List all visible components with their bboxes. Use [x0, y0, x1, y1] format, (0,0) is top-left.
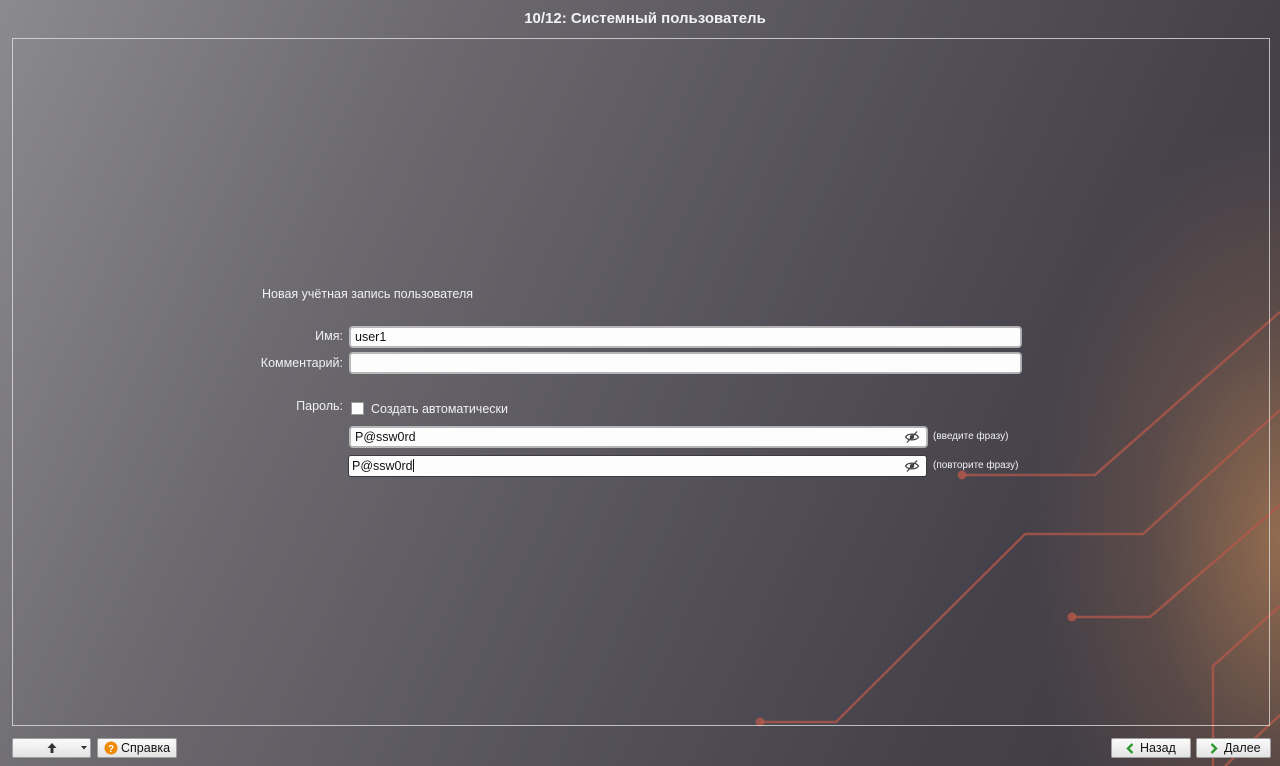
name-input-value: user1: [355, 330, 387, 344]
arrow-up-icon: [47, 743, 57, 753]
password-repeat-hint: (повторите фразу): [933, 460, 1019, 471]
eye-slash-icon[interactable]: [904, 430, 920, 444]
up-menu-button[interactable]: [12, 738, 91, 758]
name-input[interactable]: user1: [350, 327, 1021, 347]
chevron-left-icon: [1126, 743, 1134, 754]
password-label: Пароль:: [296, 399, 343, 413]
auto-create-label[interactable]: Создать автоматически: [371, 402, 508, 416]
help-button[interactable]: ? Справка: [97, 738, 177, 758]
password-hint: (введите фразу): [933, 431, 1009, 442]
window-title: 10/12: Системный пользователь: [524, 10, 766, 27]
password-repeat-input[interactable]: P@ssw0rd: [348, 455, 927, 477]
chevron-down-icon: [81, 746, 87, 750]
password-input[interactable]: P@ssw0rd: [350, 427, 927, 447]
content-frame: [12, 38, 1270, 726]
back-button[interactable]: Назад: [1111, 738, 1191, 758]
help-icon: ?: [104, 741, 118, 755]
chevron-right-icon: [1210, 743, 1218, 754]
auto-create-checkbox[interactable]: [351, 402, 364, 415]
form-heading: Новая учётная запись пользователя: [262, 287, 474, 301]
password-input-value: P@ssw0rd: [355, 430, 416, 444]
password-repeat-input-value: P@ssw0rd: [352, 459, 413, 473]
eye-slash-icon[interactable]: [904, 459, 920, 473]
next-button-label: Далее: [1224, 741, 1261, 755]
comment-label: Комментарий:: [260, 356, 343, 370]
text-caret: [412, 459, 414, 472]
next-button[interactable]: Далее: [1196, 738, 1271, 758]
help-button-label: Справка: [121, 741, 171, 755]
back-button-label: Назад: [1140, 741, 1176, 755]
comment-input[interactable]: [350, 353, 1021, 373]
name-label: Имя:: [315, 329, 343, 343]
svg-text:?: ?: [108, 744, 114, 755]
